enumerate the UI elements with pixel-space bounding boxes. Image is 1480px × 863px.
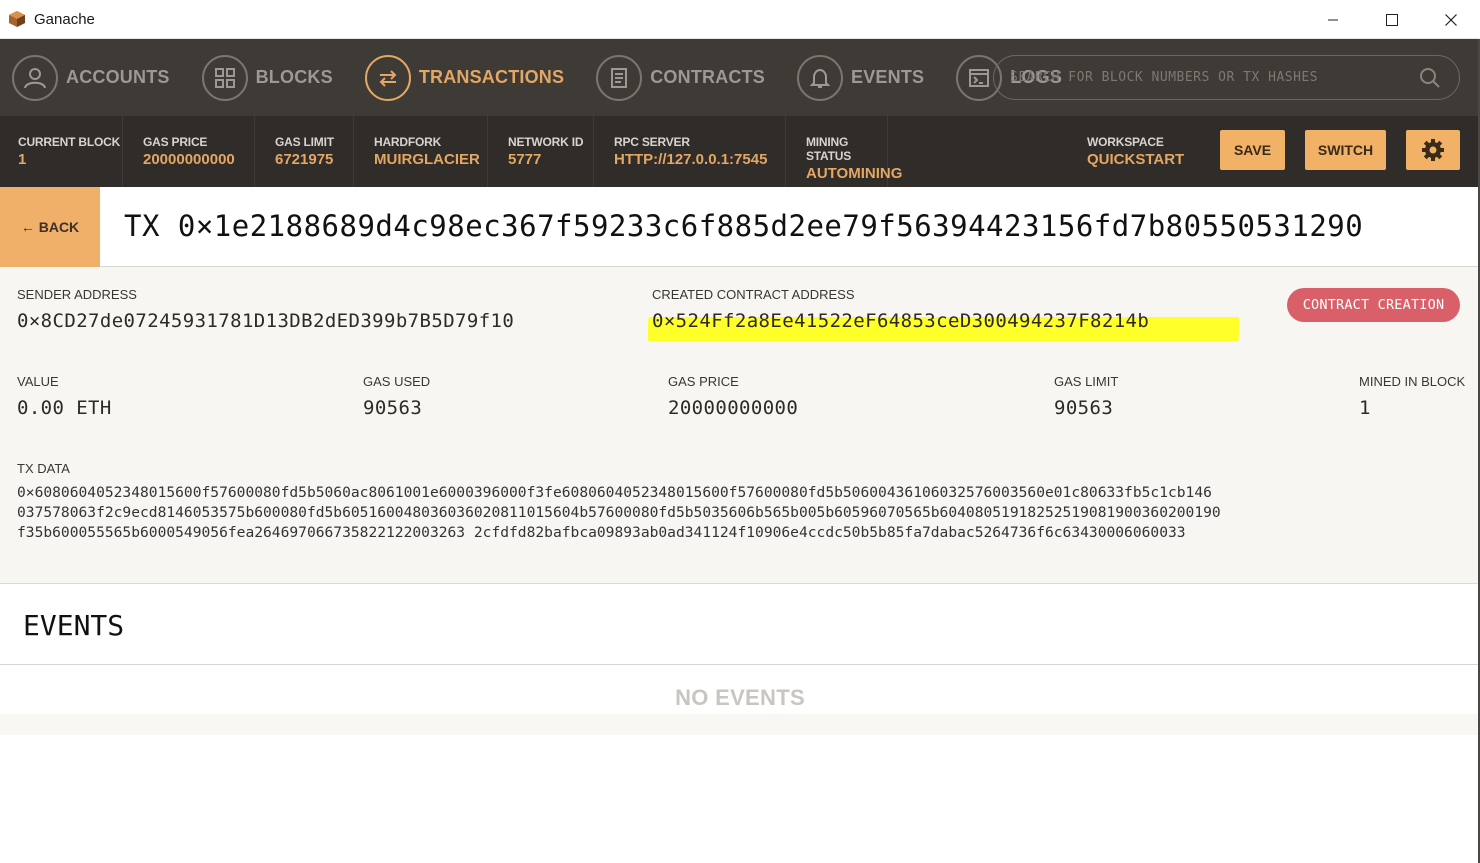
stat-label: MINING STATUS: [806, 135, 852, 163]
save-button[interactable]: SAVE: [1220, 130, 1285, 170]
nav-blocks-label: BLOCKS: [255, 67, 333, 87]
bell-icon: [797, 54, 844, 101]
gas-limit-label: GAS LIMIT: [1054, 374, 1119, 389]
nav-transactions-label: TRANSACTIONS: [418, 67, 565, 87]
stat-value: HTTP://127.0.0.1:7545: [614, 151, 768, 168]
mined-in-block-label: MINED IN BLOCK: [1359, 374, 1466, 389]
sender-address-value: 0×8CD27de07245931781D13DB2dED399b7B5D79f…: [17, 310, 515, 332]
close-button[interactable]: [1421, 0, 1480, 39]
stat-label: GAS LIMIT: [275, 135, 334, 149]
minimize-icon: [1327, 19, 1338, 20]
maximize-button[interactable]: [1362, 0, 1421, 39]
stat-network-id: NETWORK ID 5777: [488, 116, 594, 187]
nav-events[interactable]: EVENTS: [797, 39, 924, 116]
stat-label: GAS PRICE: [143, 135, 208, 149]
stat-hardfork: HARDFORK MUIRGLACIER: [354, 116, 488, 187]
window-titlebar: Ganache: [0, 0, 1480, 39]
stat-label: RPC SERVER: [614, 135, 690, 149]
gas-price-value: 20000000000: [668, 397, 799, 419]
nav-accounts-label: ACCOUNTS: [66, 67, 170, 87]
search-icon[interactable]: [1419, 67, 1441, 89]
stat-gas-price: GAS PRICE 20000000000: [123, 116, 255, 187]
transactions-icon: [364, 54, 411, 101]
value-value: 0.00 ETH: [17, 397, 112, 419]
stat-value: 20000000000: [143, 151, 235, 168]
settings-button[interactable]: [1406, 130, 1460, 170]
stat-value: AUTOMINING: [806, 165, 903, 182]
no-events-message: NO EVENTS: [675, 685, 805, 710]
events-section-header: EVENTS: [0, 585, 1480, 665]
contract-creation-badge: CONTRACT CREATION: [1287, 288, 1460, 322]
stat-workspace: WORKSPACE QUICKSTART: [1069, 116, 1209, 187]
created-contract-label: CREATED CONTRACT ADDRESS: [652, 287, 855, 302]
nav-blocks[interactable]: BLOCKS: [201, 39, 333, 116]
gas-limit-value: 90563: [1054, 397, 1114, 419]
created-contract-value: 0×524Ff2a8Ee41522eF64853ceD300494237F821…: [652, 310, 1150, 332]
tx-data-label: TX DATA: [17, 461, 70, 476]
stat-label: WORKSPACE: [1087, 135, 1164, 149]
events-title: EVENTS: [23, 609, 125, 642]
gas-used-value: 90563: [363, 397, 423, 419]
stat-label: HARDFORK: [374, 135, 442, 149]
stat-current-block: CURRENT BLOCK 1: [0, 116, 123, 187]
stat-mining-status: MINING STATUS AUTOMINING: [786, 116, 903, 187]
tx-data-line: 0×6080604052348015600f57600080fd5b5060ac…: [17, 484, 1212, 501]
contracts-icon: [596, 54, 643, 101]
tx-details-panel: SENDER ADDRESS 0×8CD27de07245931781D13DB…: [0, 267, 1480, 584]
sender-address-label: SENDER ADDRESS: [17, 287, 137, 302]
nav-accounts[interactable]: ACCOUNTS: [12, 39, 170, 116]
tx-hash-title: TX 0×1e2188689d4c98ec367f59233c6f885d2ee…: [124, 209, 1364, 243]
stat-value: QUICKSTART: [1087, 151, 1185, 168]
stat-label: NETWORK ID: [508, 135, 584, 149]
value-label: VALUE: [17, 374, 59, 389]
nav-contracts-label: CONTRACTS: [650, 67, 766, 87]
stat-rpc-server: RPC SERVER HTTP://127.0.0.1:7545: [594, 116, 786, 187]
tx-data-value: 0×6080604052348015600f57600080fd5b5060ac…: [17, 483, 1457, 543]
nav-transactions[interactable]: TRANSACTIONS: [364, 39, 565, 116]
window-controls: [1303, 0, 1480, 39]
stat-value: 6721975: [275, 151, 334, 168]
stat-value: 1: [18, 151, 27, 168]
events-list: NO EVENTS: [0, 665, 1480, 735]
switch-button[interactable]: SWITCH: [1305, 130, 1386, 170]
minimize-button[interactable]: [1303, 0, 1362, 39]
gear-icon: [1422, 139, 1444, 161]
tx-header: ← BACK TX 0×1e2188689d4c98ec367f59233c6f…: [0, 187, 1480, 267]
gas-used-label: GAS USED: [363, 374, 431, 389]
close-icon: [1444, 13, 1457, 26]
gas-price-label: GAS PRICE: [668, 374, 739, 389]
nav-contracts[interactable]: CONTRACTS: [596, 39, 765, 116]
stat-label: CURRENT BLOCK: [18, 135, 121, 149]
stat-value: MUIRGLACIER: [374, 151, 480, 168]
window-title: Ganache: [34, 10, 95, 28]
stat-gas-limit: GAS LIMIT 6721975: [255, 116, 354, 187]
tx-data-line: f35b600055565b6000549056fea2646970667358…: [17, 524, 1186, 541]
nav-events-label: EVENTS: [851, 67, 925, 87]
mined-in-block-value: 1: [1359, 397, 1371, 419]
search-box[interactable]: [993, 55, 1460, 100]
account-icon: [12, 54, 58, 101]
back-button[interactable]: ← BACK: [0, 187, 100, 267]
search-input[interactable]: [1010, 70, 1410, 85]
maximize-icon: [1385, 13, 1398, 26]
blocks-icon: [201, 54, 248, 101]
stat-value: 5777: [508, 151, 542, 168]
ganache-logo-icon: [9, 11, 25, 27]
tx-data-line: 037578063f2c9ecd8146053575b600080fd5b605…: [17, 504, 1221, 521]
main-navbar: ACCOUNTS BLOCKS TRANSACTIONS CONTRACTS E…: [0, 39, 1480, 116]
